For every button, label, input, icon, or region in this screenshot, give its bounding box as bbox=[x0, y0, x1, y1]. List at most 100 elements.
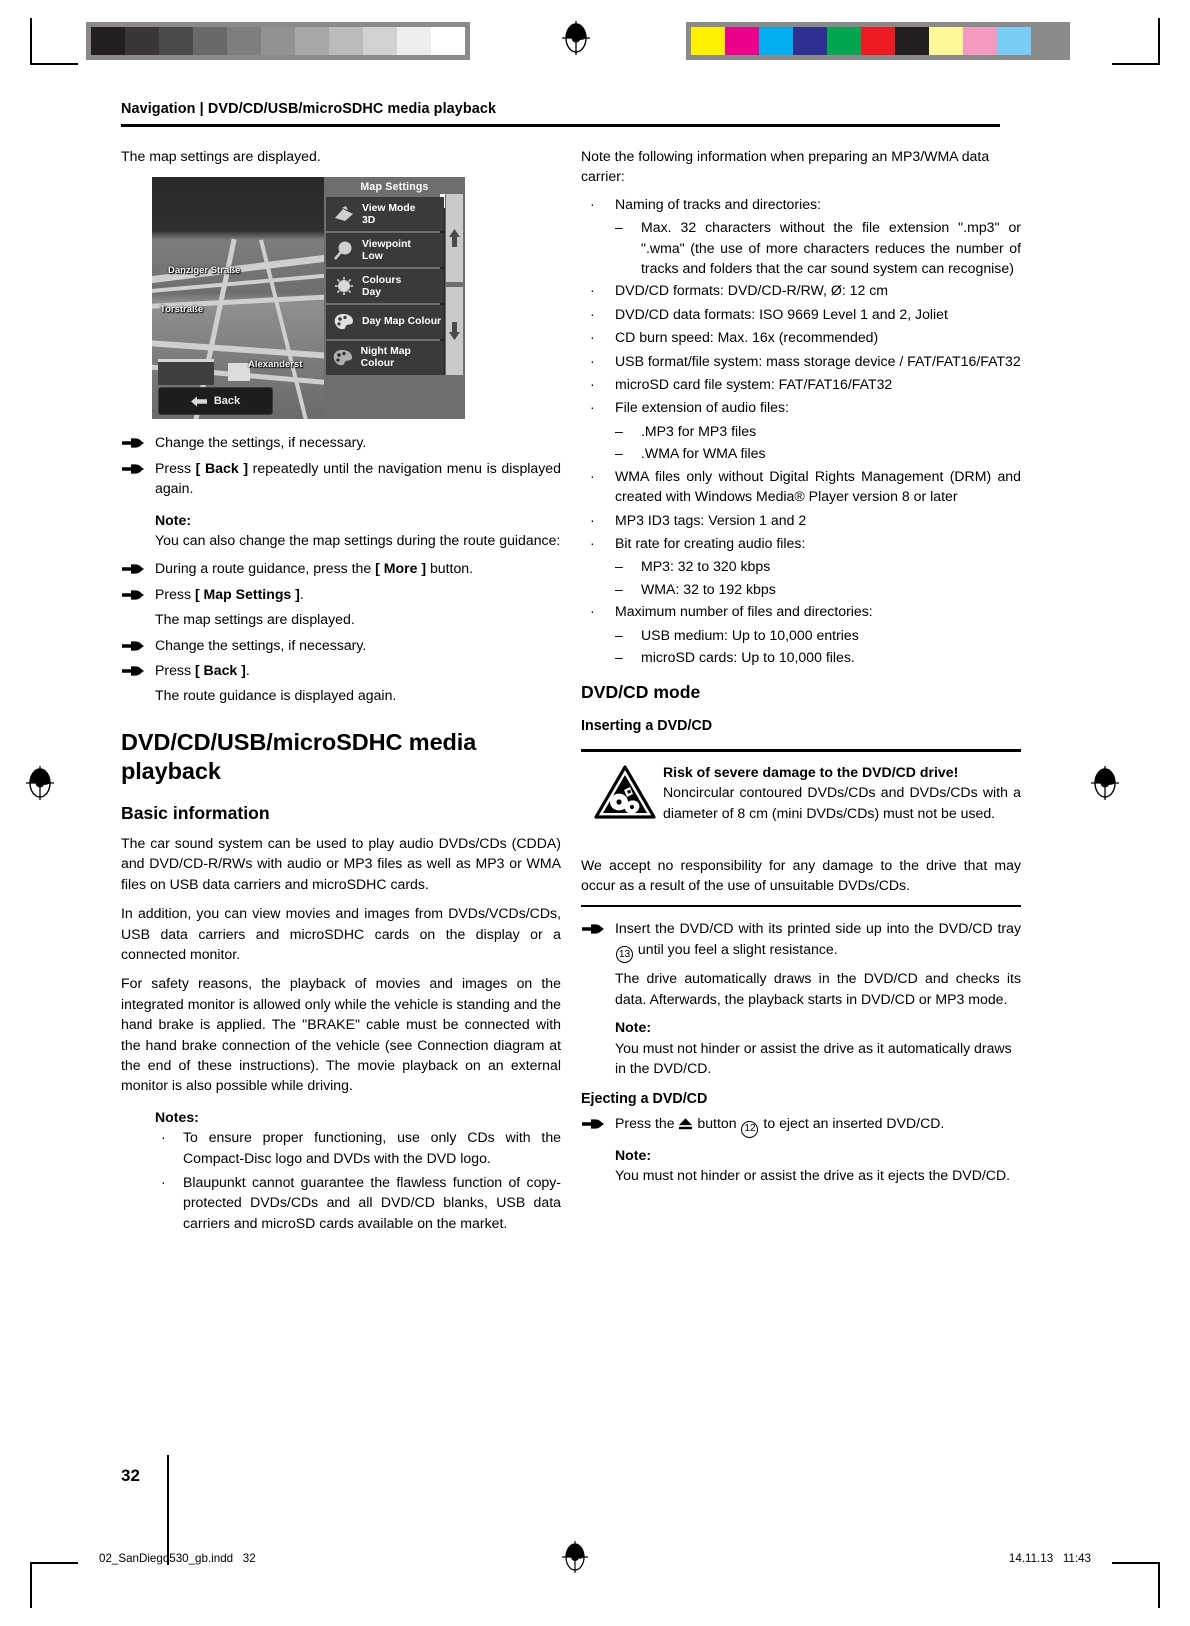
hand-pointer-icon bbox=[122, 464, 144, 474]
menu-item-night-map-colour[interactable]: Night Map Colour bbox=[326, 341, 444, 376]
spec-bullet: · CD burn speed: Max. 16x (recommended) bbox=[581, 327, 1021, 347]
step-press-back-2: Press [ Back ]. bbox=[121, 660, 561, 680]
menu-item-colours[interactable]: Colours Day bbox=[326, 269, 444, 304]
bullet-dot-icon: · bbox=[590, 399, 595, 416]
note-text-2: You must not hinder or assist the drive … bbox=[615, 1039, 1012, 1076]
right-column: Note the following information when prep… bbox=[581, 146, 1021, 1186]
spec-bullet-text: DVD/CD data formats: ISO 9669 Level 1 an… bbox=[615, 305, 948, 322]
header-rule bbox=[121, 124, 1000, 127]
step-text-post: . bbox=[245, 662, 250, 679]
dash-icon: – bbox=[615, 219, 623, 236]
menu-item-label: View Mode bbox=[362, 202, 416, 214]
bullet-dot-icon: · bbox=[590, 603, 595, 620]
hand-pointer-icon bbox=[122, 590, 144, 600]
scroll-down-button[interactable] bbox=[446, 287, 463, 376]
street-label: Danziger Straße bbox=[168, 265, 241, 277]
spec-bullet: · microSD card file system: FAT/FAT16/FA… bbox=[581, 374, 1021, 394]
warning-block: Risk of severe damage to the DVD/CD driv… bbox=[581, 762, 1021, 848]
basic-paragraph-3: For safety reasons, the playback of movi… bbox=[121, 975, 561, 1094]
spec-bullet: · DVD/CD data formats: ISO 9669 Level 1 … bbox=[581, 304, 1021, 324]
back-button-label: Back bbox=[213, 395, 241, 408]
step-insert-dvd: Insert the DVD/CD with its printed side … bbox=[581, 918, 1021, 964]
note-label-2: Note: bbox=[615, 1019, 652, 1036]
bullet-dot-icon: · bbox=[590, 376, 595, 393]
spec-sub-item: – USB medium: Up to 10,000 entries bbox=[615, 625, 1021, 645]
spec-bullet-text: microSD card file system: FAT/FAT16/FAT3… bbox=[615, 376, 893, 393]
spec-sub-text: Max. 32 characters without the file exte… bbox=[641, 219, 1021, 277]
spec-sub-text: .MP3 for MP3 files bbox=[641, 422, 757, 439]
step-button-ref: [ Map Settings ] bbox=[194, 585, 300, 602]
notes-item: · To ensure proper functioning, use only… bbox=[155, 1127, 561, 1168]
menu-item-value: Low bbox=[362, 250, 383, 262]
bullet-dot-icon: · bbox=[590, 534, 595, 551]
spec-bullet: · Naming of tracks and directories: bbox=[581, 194, 1021, 214]
spec-bullet-text: USB format/file system: mass storage dev… bbox=[615, 352, 1021, 369]
registration-target-icon-footer bbox=[562, 1541, 588, 1573]
basic-paragraph-2: In addition, you can view movies and ima… bbox=[121, 905, 561, 962]
spec-bullet-text: Maximum number of files and directories: bbox=[615, 603, 873, 620]
back-button-on-screen[interactable]: Back bbox=[158, 387, 273, 416]
step-text-pre: Insert the DVD/CD with its printed side … bbox=[615, 920, 1021, 937]
step-eject-dvd: Press the button 12 to eject an inserted… bbox=[581, 1113, 1021, 1138]
left-column: The map settings are displayed. Danziger… bbox=[121, 146, 561, 1237]
menu-item-day-map-colour[interactable]: Day Map Colour bbox=[326, 305, 444, 340]
bullet-dot-icon: · bbox=[161, 1129, 166, 1146]
hand-pointer-icon bbox=[582, 924, 604, 934]
step-text-pre: Press bbox=[155, 585, 195, 602]
insert-result-text: The drive automatically draws in the DVD… bbox=[615, 970, 1021, 1007]
map-building bbox=[158, 359, 214, 386]
subsection-title-dvd-cd-mode: DVD/CD mode bbox=[581, 682, 701, 703]
menu-item-view-mode[interactable]: View Mode 3D bbox=[326, 197, 444, 232]
spec-bullet-text: DVD/CD formats: DVD/CD-R/RW, Ø: 12 cm bbox=[615, 282, 889, 299]
caption-map-settings-displayed: The map settings are displayed. bbox=[121, 148, 321, 164]
spec-sub-item: – WMA: 32 to 192 kbps bbox=[615, 579, 1021, 599]
reference-marker-12: 12 bbox=[741, 1121, 759, 1138]
spec-bullet-text: File extension of audio files: bbox=[615, 399, 789, 416]
notes-label: Notes: bbox=[155, 1108, 199, 1125]
dash-icon: – bbox=[615, 445, 623, 462]
step-button-ref: [ Back ] bbox=[195, 459, 249, 476]
note-label-3: Note: bbox=[615, 1147, 652, 1163]
step-text-pre: Press the bbox=[615, 1115, 679, 1132]
bullet-dot-icon: · bbox=[590, 329, 595, 346]
hand-pointer-icon bbox=[122, 564, 144, 575]
bullet-dot-icon: · bbox=[590, 511, 595, 528]
spec-bullet: · Maximum number of files and directorie… bbox=[581, 601, 1021, 621]
running-head: Navigation | DVD/CD/USB/microSDHC media … bbox=[121, 101, 497, 117]
menu-item-label: Night Map Colour bbox=[360, 346, 411, 370]
step-text-post: . bbox=[299, 585, 304, 602]
step-press-more: During a route guidance, press the [ Mor… bbox=[121, 558, 561, 578]
spec-sub-item: – microSD cards: Up to 10,000 files. bbox=[615, 647, 1021, 667]
spec-bullet: · MP3 ID3 tags: Version 1 and 2 bbox=[581, 510, 1021, 530]
palette-icon bbox=[326, 307, 362, 337]
dash-icon: – bbox=[615, 626, 623, 643]
step-text-pre: During a route guidance, press the bbox=[155, 560, 376, 577]
menu-item-label: Viewpoint bbox=[362, 238, 411, 250]
notes-item: · Blaupunkt cannot guarantee the flawles… bbox=[155, 1172, 561, 1233]
view-mode-icon bbox=[326, 199, 362, 229]
footer-date: 14.11.13 bbox=[1008, 1552, 1054, 1565]
footer-timestamp: 14.11.13 11:43 bbox=[1009, 1552, 1091, 1565]
menu-item-value: 3D bbox=[362, 214, 376, 226]
arrow-down-icon bbox=[449, 322, 460, 341]
step-text-mid: button bbox=[693, 1115, 741, 1132]
menu-item-label: Day Map Colour bbox=[362, 316, 442, 328]
basic-paragraph-1: The car sound system can be used to play… bbox=[121, 834, 561, 892]
spec-sub-item: – .MP3 for MP3 files bbox=[615, 421, 1021, 441]
step-button-ref: [ Back ] bbox=[194, 662, 246, 679]
map-settings-panel: Map Settings View Mode 3D Viewpoint Low … bbox=[324, 177, 465, 420]
spec-sub-item: – Max. 32 characters without the file ex… bbox=[615, 217, 1021, 278]
scroll-up-button[interactable] bbox=[446, 194, 463, 283]
spec-sub-text: USB medium: Up to 10,000 entries bbox=[641, 626, 859, 643]
spec-bullet: · DVD/CD formats: DVD/CD-R/RW, Ø: 12 cm bbox=[581, 280, 1021, 300]
footer-file-name: 02_SanDiego530_gb.indd bbox=[99, 1552, 234, 1565]
viewpoint-icon bbox=[326, 235, 362, 265]
menu-item-viewpoint[interactable]: Viewpoint Low bbox=[326, 233, 444, 268]
palette-night-icon bbox=[326, 343, 361, 373]
spec-bullet-text: CD burn speed: Max. 16x (recommended) bbox=[615, 329, 879, 346]
street-label: Torstraße bbox=[160, 304, 204, 316]
subsection-title-ejecting: Ejecting a DVD/CD bbox=[581, 1091, 708, 1108]
warning-rule-bottom bbox=[581, 904, 1021, 908]
step-text: Change the settings, if necessary. bbox=[155, 636, 367, 653]
spec-bullet-text: Naming of tracks and directories: bbox=[615, 195, 822, 212]
